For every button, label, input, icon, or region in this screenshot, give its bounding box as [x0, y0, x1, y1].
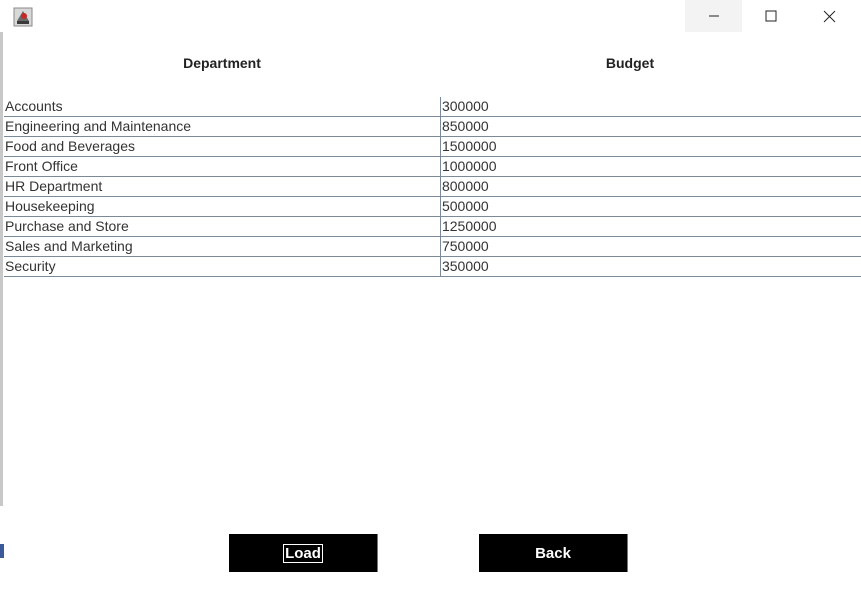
- department-cell[interactable]: Housekeeping: [4, 197, 441, 216]
- minimize-button[interactable]: [685, 0, 742, 32]
- department-cell[interactable]: Purchase and Store: [4, 217, 441, 236]
- budget-cell[interactable]: 1000000: [441, 157, 861, 176]
- back-button[interactable]: Back: [479, 534, 628, 572]
- department-cell[interactable]: Food and Beverages: [4, 137, 441, 156]
- budget-cell[interactable]: 1250000: [441, 217, 861, 236]
- table-row[interactable]: Accounts 300000: [4, 97, 861, 117]
- budget-cell[interactable]: 850000: [441, 117, 861, 136]
- load-button[interactable]: Load: [229, 534, 378, 572]
- table-row[interactable]: Housekeeping 500000: [4, 197, 861, 217]
- maximize-icon: [765, 10, 776, 22]
- budget-cell[interactable]: 500000: [441, 197, 861, 216]
- close-button[interactable]: [801, 0, 858, 32]
- close-icon: [823, 10, 836, 22]
- background-window-fragment: [0, 544, 4, 558]
- java-app-icon: [13, 7, 33, 27]
- department-cell[interactable]: Accounts: [4, 97, 441, 116]
- budget-cell[interactable]: 1500000: [441, 137, 861, 156]
- back-button-label: Back: [535, 544, 571, 562]
- title-bar: [0, 0, 861, 32]
- minimize-icon: [708, 15, 719, 17]
- budget-cell[interactable]: 300000: [441, 97, 861, 116]
- department-cell[interactable]: Security: [4, 257, 441, 276]
- table-row[interactable]: Purchase and Store 1250000: [4, 217, 861, 237]
- table-row[interactable]: Engineering and Maintenance 850000: [4, 117, 861, 137]
- department-cell[interactable]: Engineering and Maintenance: [4, 117, 441, 136]
- table-row[interactable]: Front Office 1000000: [4, 157, 861, 177]
- budget-cell[interactable]: 350000: [441, 257, 861, 276]
- window-left-edge: [0, 32, 3, 506]
- budget-cell[interactable]: 750000: [441, 237, 861, 256]
- load-button-label: Load: [283, 543, 323, 563]
- budget-table: Accounts 300000 Engineering and Maintenanc…: [4, 97, 861, 277]
- column-header-department[interactable]: Department: [4, 53, 440, 73]
- table-row[interactable]: HR Department 800000: [4, 177, 861, 197]
- column-header-budget[interactable]: Budget: [441, 53, 819, 73]
- table-row[interactable]: Security 350000: [4, 257, 861, 277]
- department-cell[interactable]: HR Department: [4, 177, 441, 196]
- budget-cell[interactable]: 800000: [441, 177, 861, 196]
- maximize-button[interactable]: [742, 0, 799, 32]
- department-cell[interactable]: Front Office: [4, 157, 441, 176]
- table-row[interactable]: Sales and Marketing 750000: [4, 237, 861, 257]
- department-cell[interactable]: Sales and Marketing: [4, 237, 441, 256]
- table-row[interactable]: Food and Beverages 1500000: [4, 137, 861, 157]
